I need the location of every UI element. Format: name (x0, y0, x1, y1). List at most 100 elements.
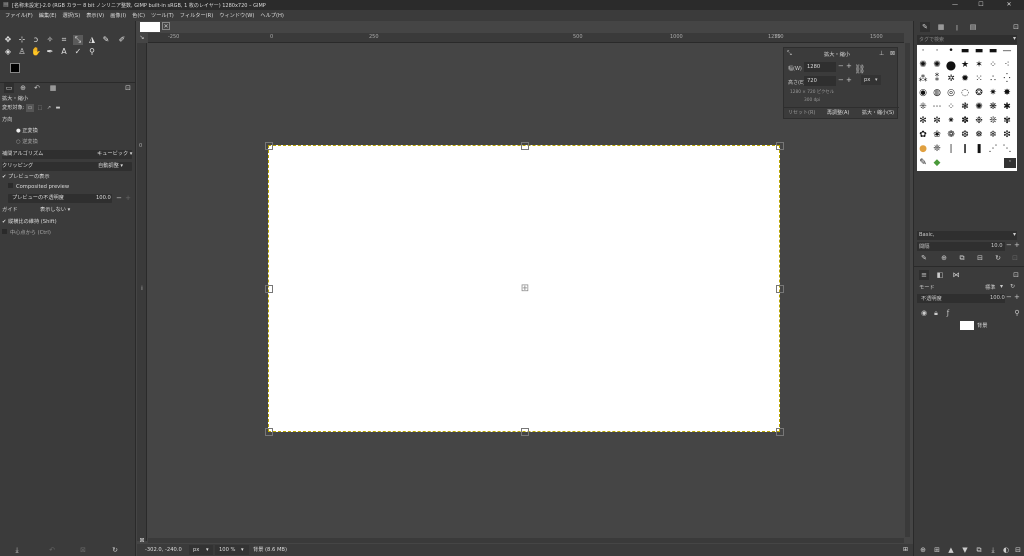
brush-item[interactable]: ❁ (945, 129, 957, 141)
brush-item[interactable]: ⁕ (945, 115, 957, 127)
brush-item[interactable]: ✻ (917, 115, 929, 127)
document-history-tab-icon[interactable]: ▤ (968, 22, 978, 32)
brush-as-image-icon[interactable]: ⊡ (1010, 253, 1020, 263)
brush-item[interactable]: ⋱ (1001, 143, 1013, 155)
delete-brush-icon[interactable]: ⊟ (975, 253, 985, 263)
brush-item[interactable]: ❘ (945, 143, 957, 155)
close-button[interactable]: ✕ (996, 0, 1022, 10)
lower-layer-icon[interactable]: ▼ (960, 545, 970, 555)
eraser-icon[interactable]: ◈ (3, 47, 13, 57)
brush-item[interactable]: ❈ (931, 143, 943, 155)
width-minus-icon[interactable]: − (838, 62, 844, 70)
maximize-button[interactable]: ☐ (968, 0, 994, 10)
brush-item[interactable]: ❋ (987, 101, 999, 113)
navigate-icon[interactable]: ⊞ (903, 544, 908, 556)
mode-reset-icon[interactable]: ↻ (1010, 283, 1015, 290)
brush-item[interactable]: ✾ (1001, 115, 1013, 127)
brushes-tab-icon[interactable]: ✎ (920, 22, 930, 32)
paths-tab-icon[interactable]: ⋈ (951, 270, 961, 280)
vertical-scrollbar[interactable] (905, 43, 910, 537)
zoom-tool-icon[interactable]: ⚲ (87, 47, 97, 57)
brush-item[interactable]: — (1001, 45, 1013, 57)
restore-options-icon[interactable]: ↶ (47, 545, 57, 555)
image-tab-thumbnail[interactable] (140, 22, 160, 32)
brush-dropdown-icon[interactable]: ▾ (1013, 231, 1016, 238)
brush-item[interactable]: ✱ (1001, 101, 1013, 113)
fonts-tab-icon[interactable]: ꞁ (952, 22, 962, 32)
brush-item[interactable]: ✺ (973, 101, 985, 113)
from-center-checkbox[interactable]: 中心点から (Ctrl) (2, 229, 51, 238)
layer-search-icon[interactable]: ⚲ (1012, 308, 1022, 318)
scale-handle[interactable] (776, 142, 784, 150)
height-minus-icon[interactable]: − (838, 76, 844, 84)
brush-item[interactable]: ✽ (959, 115, 971, 127)
pixel-expand-icon[interactable]: ⁿ (1004, 158, 1016, 168)
save-options-icon[interactable]: ⤓ (12, 545, 22, 555)
brush-item[interactable]: ⁂ (917, 73, 929, 85)
horizontal-scrollbar[interactable] (148, 538, 904, 543)
lock-icon[interactable]: 🔒︎ (931, 308, 941, 318)
panel-menu-icon[interactable]: ⊡ (123, 83, 133, 93)
brush-item[interactable]: • (945, 45, 957, 57)
brush-item[interactable]: ✷ (987, 87, 999, 99)
brush-item[interactable]: ✲ (945, 73, 957, 85)
brush-item[interactable]: ❆ (959, 129, 971, 141)
brush-item[interactable]: ❊ (987, 115, 999, 127)
show-preview-checkbox[interactable]: ✔ プレビューの表示 (2, 173, 50, 182)
scale-handle[interactable] (265, 285, 273, 293)
brush-item[interactable]: ◆ (931, 157, 943, 169)
brush-item[interactable]: ✺ (917, 59, 929, 71)
brush-item[interactable]: ● (945, 59, 957, 71)
brush-item[interactable]: ⁛ (1001, 73, 1013, 85)
brush-item[interactable]: ◎ (945, 87, 957, 99)
refresh-brushes-icon[interactable]: ↻ (993, 253, 1003, 263)
brush-item[interactable]: ✸ (1001, 87, 1013, 99)
brush-item[interactable]: ⁘ (945, 101, 957, 113)
spacing-minus-icon[interactable]: − (1006, 241, 1012, 249)
scale-handle[interactable] (776, 285, 784, 293)
brush-item[interactable]: ● (917, 143, 929, 155)
keep-aspect-checkbox[interactable]: ✔ 縦横比の維持 (Shift) (2, 218, 57, 227)
brush-item[interactable]: ⋯ (931, 101, 943, 113)
brush-item[interactable]: ⁑ (931, 73, 943, 85)
layers-tab-icon[interactable]: ≡ (919, 270, 929, 280)
width-plus-icon[interactable]: + (846, 62, 852, 70)
menu-file[interactable]: ファイル(F) (2, 12, 36, 19)
scale-tool-icon[interactable]: ⤡ (73, 35, 83, 45)
new-layer-icon[interactable]: ⊕ (918, 545, 928, 555)
spacing-plus-icon[interactable]: + (1014, 241, 1020, 249)
channels-tab-icon[interactable]: ◧ (935, 270, 945, 280)
direction-reverse-radio[interactable]: ○ 逆変換 (16, 138, 38, 147)
menu-image[interactable]: 画像(I) (107, 12, 129, 19)
scale-handle[interactable] (265, 142, 273, 150)
brush-item[interactable]: ▬ (973, 45, 985, 57)
menu-colors[interactable]: 色(C) (129, 12, 148, 19)
tool-options-tab-icon[interactable]: ▭ (4, 83, 14, 93)
brush-item[interactable]: ❄ (987, 129, 999, 141)
brush-item[interactable]: ◌ (959, 87, 971, 99)
fuzzy-select-icon[interactable]: ✧ (45, 35, 55, 45)
menu-windows[interactable]: ウィンドウ(W) (216, 12, 257, 19)
dialog-pin-icon[interactable]: ⊥ (879, 50, 884, 57)
menu-tools[interactable]: ツール(T) (148, 12, 177, 19)
patterns-tab-icon[interactable]: ▦ (936, 22, 946, 32)
foreground-color-swatch[interactable] (10, 63, 20, 73)
paths-tool-icon[interactable]: ✒ (45, 47, 55, 57)
close-tab-icon[interactable]: ✕ (162, 22, 170, 30)
path-target-icon[interactable]: ↗ (45, 104, 53, 112)
visibility-eye-icon[interactable]: ◉ (919, 308, 929, 318)
guides-select[interactable]: 表示しない ▾ (40, 206, 70, 215)
readjust-button[interactable]: 再調整(A) (827, 109, 849, 116)
undo-history-tab-icon[interactable]: ↶ (32, 83, 42, 93)
brush-item[interactable]: ❚ (973, 143, 985, 155)
brush-item[interactable]: ✺ (931, 59, 943, 71)
brush-item[interactable]: ❅ (973, 129, 985, 141)
plus-icon[interactable]: + (123, 193, 133, 203)
delete-layer-icon[interactable]: ⊟ (1013, 545, 1023, 555)
scale-handle[interactable] (521, 142, 529, 150)
tag-dropdown-icon[interactable]: ▾ (1013, 35, 1016, 42)
brush-item[interactable]: ▬ (987, 45, 999, 57)
brush-item[interactable]: ⁜ (917, 101, 929, 113)
brush-item[interactable]: ◉ (917, 87, 929, 99)
menu-edit[interactable]: 編集(E) (36, 12, 60, 19)
